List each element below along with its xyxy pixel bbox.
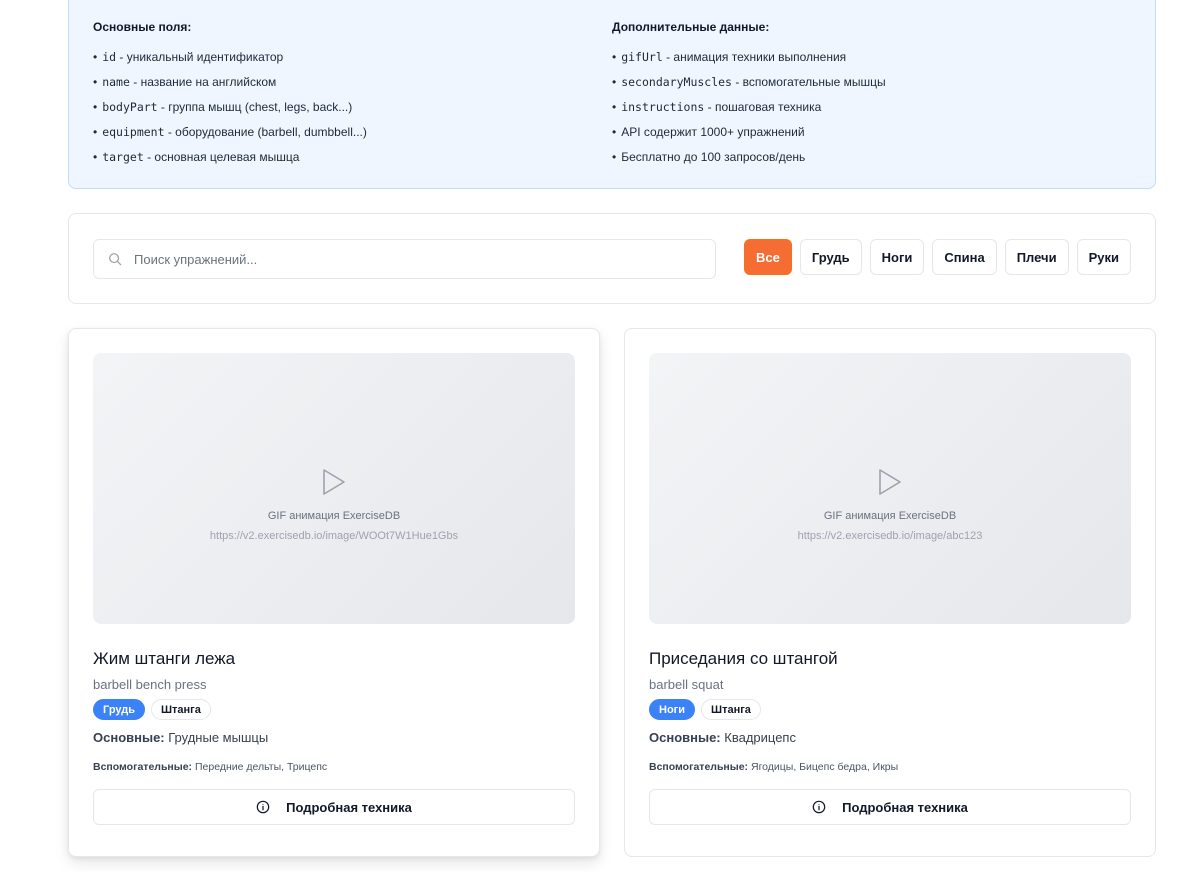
body-part-badge: Ноги	[649, 699, 696, 720]
filter-bar: Все Грудь Ноги Спина Плечи Руки	[68, 213, 1156, 304]
primary-muscles-value: Квадрицепс	[720, 730, 796, 745]
list-item: • gifUrl - анимация техники выполнения	[612, 50, 847, 64]
gif-caption: GIF анимация ExerciseDB	[267, 510, 401, 522]
field-code: name	[102, 75, 130, 89]
extra-data-column: Дополнительные данные: • gifUrl - анимаци…	[612, 19, 1131, 188]
field-desc: - название на английском	[129, 75, 277, 89]
info-circle-icon	[812, 800, 826, 814]
field-code: equipment	[102, 125, 165, 139]
api-info-panel: Основные поля: • id - уникальный идентифи…	[68, 0, 1156, 189]
field-code: bodyPart	[102, 100, 158, 114]
technique-details-button[interactable]: Подробная техника	[93, 789, 575, 825]
primary-muscles: Основные: Квадрицепс	[649, 729, 1131, 746]
exercise-title: Жим штанги лежа	[93, 649, 236, 668]
extra-data-title: Дополнительные данные:	[612, 20, 770, 34]
filter-legs-button[interactable]: Ноги	[869, 239, 925, 275]
list-item: • API содержит 1000+ упражнений	[612, 125, 805, 139]
filter-all-button[interactable]: Все	[743, 239, 792, 275]
equipment-badge: Штанга	[701, 699, 761, 720]
exercise-gif-placeholder: GIF анимация ExerciseDB https://v2.exerc…	[93, 353, 575, 624]
filter-shoulders-button[interactable]: Плечи	[1004, 239, 1069, 275]
field-desc: API содержит 1000+ упражнений	[621, 125, 805, 139]
secondary-muscles-value: Передние дельты, Трицепс	[192, 761, 328, 773]
exercise-title: Приседания со штангой	[649, 649, 838, 668]
primary-muscles: Основные: Грудные мышцы	[93, 729, 575, 746]
filter-arms-button[interactable]: Руки	[1076, 239, 1131, 275]
gif-caption: GIF анимация ExerciseDB	[823, 510, 957, 522]
exercise-card: GIF анимация ExerciseDB https://v2.exerc…	[68, 328, 600, 857]
filter-chest-button[interactable]: Грудь	[799, 239, 862, 275]
technique-details-label: Подробная техника	[842, 799, 968, 815]
primary-muscles-value: Грудные мышцы	[164, 730, 269, 745]
exercise-gif-placeholder: GIF анимация ExerciseDB https://v2.exerc…	[649, 353, 1131, 624]
secondary-muscles-label: Вспомогательные:	[649, 761, 749, 773]
technique-details-button[interactable]: Подробная техника	[649, 789, 1131, 825]
field-code: target	[102, 150, 144, 164]
secondary-muscles: Вспомогательные: Ягодицы, Бицепс бедра, …	[649, 760, 1131, 774]
gif-url: https://v2.exercisedb.io/image/WOOt7W1Hu…	[209, 530, 459, 542]
secondary-muscles-label: Вспомогательные:	[93, 761, 193, 773]
list-item: • target - основная целевая мышца	[93, 150, 300, 164]
play-icon	[323, 469, 345, 495]
search-icon	[109, 253, 122, 266]
search-box[interactable]	[93, 239, 716, 279]
technique-details-label: Подробная техника	[286, 799, 412, 815]
list-item: • instructions - пошаговая техника	[612, 100, 822, 114]
filter-back-button[interactable]: Спина	[932, 239, 997, 275]
field-desc: Бесплатно до 100 запросов/день	[621, 150, 806, 164]
main-fields-column: Основные поля: • id - уникальный идентифи…	[93, 19, 612, 188]
exercise-tags: Ноги Штанга	[649, 699, 1131, 720]
exercise-tags: Грудь Штанга	[93, 699, 575, 720]
exercise-card: GIF анимация ExerciseDB https://v2.exerc…	[624, 328, 1156, 857]
extra-data-list: • gifUrl - анимация техники выполнения • s…	[612, 45, 1131, 170]
list-item: • Бесплатно до 100 запросов/день	[612, 150, 806, 164]
primary-muscles-label: Основные:	[93, 730, 165, 745]
list-item: • bodyPart - группа мышц (chest, legs, ba…	[93, 100, 353, 114]
list-item: • equipment - оборудование (barbell, dumb…	[93, 125, 367, 139]
field-desc: - группа мышц (chest, legs, back...)	[157, 100, 353, 114]
search-input[interactable]	[134, 251, 694, 267]
list-item: • id - уникальный идентификатор	[93, 50, 284, 64]
play-icon	[879, 469, 901, 495]
exercise-name-en: barbell squat	[649, 677, 724, 692]
field-desc: - основная целевая мышца	[143, 150, 300, 164]
list-item: • name - название на английском	[93, 75, 277, 89]
field-code: secondaryMuscles	[621, 75, 732, 89]
secondary-muscles: Вспомогательные: Передние дельты, Трицеп…	[93, 760, 575, 774]
category-filters: Все Грудь Ноги Спина Плечи Руки	[743, 239, 1131, 275]
field-code: instructions	[621, 100, 705, 114]
field-desc: - пошаговая техника	[704, 100, 822, 114]
info-circle-icon	[256, 800, 270, 814]
exercise-name-en: barbell bench press	[93, 677, 207, 692]
field-desc: - вспомогательные мышцы	[731, 75, 886, 89]
equipment-badge: Штанга	[150, 699, 211, 720]
primary-muscles-label: Основные:	[649, 730, 721, 745]
body-part-badge: Грудь	[93, 699, 145, 720]
field-code: gifUrl	[621, 50, 663, 64]
main-fields-title: Основные поля:	[93, 20, 192, 34]
list-item: • secondaryMuscles - вспомогательные мышц…	[612, 75, 886, 89]
secondary-muscles-value: Ягодицы, Бицепс бедра, Икры	[748, 761, 899, 773]
field-desc: - анимация техники выполнения	[662, 50, 847, 64]
gif-url: https://v2.exercisedb.io/image/abc123	[797, 530, 983, 542]
main-fields-list: • id - уникальный идентификатор • name - н…	[93, 45, 612, 170]
field-desc: - уникальный идентификатор	[116, 50, 284, 64]
field-code: id	[102, 50, 117, 64]
field-desc: - оборудование (barbell, dumbbell...)	[164, 125, 367, 139]
